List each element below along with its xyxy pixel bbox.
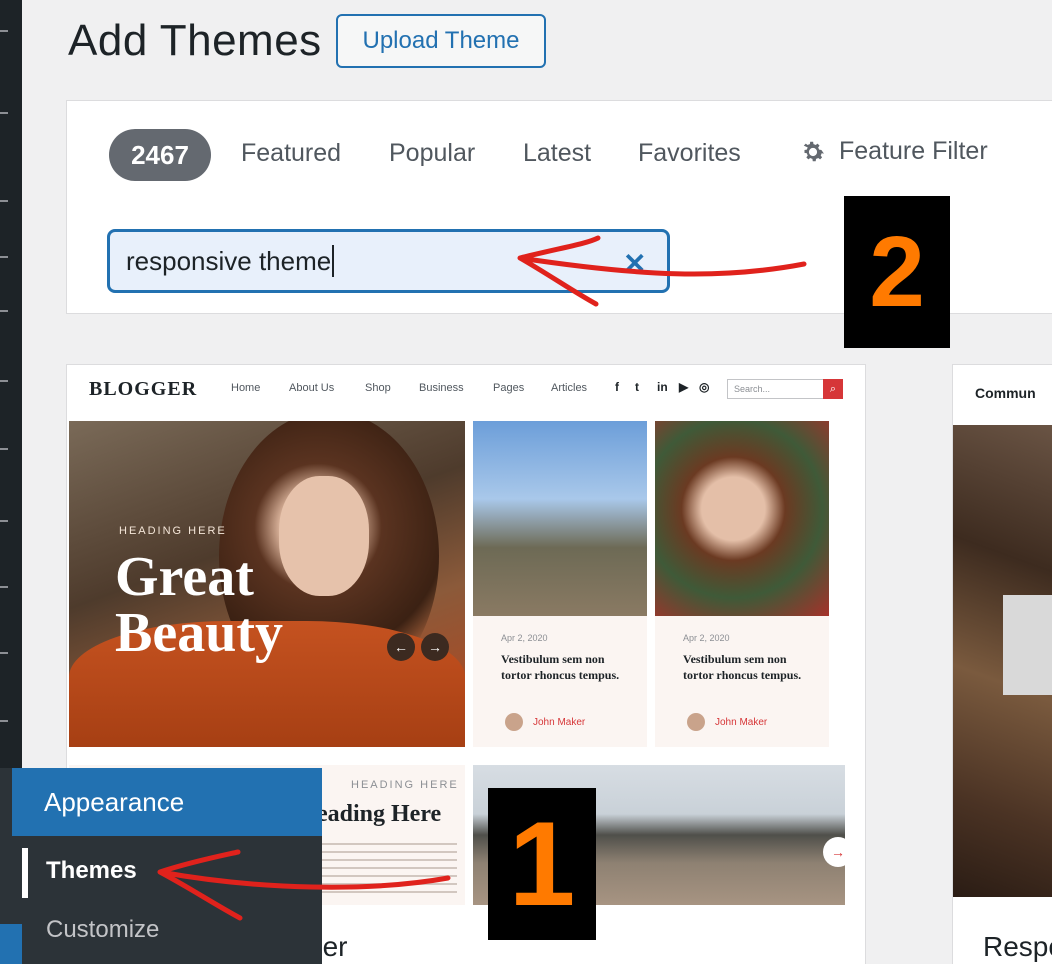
submenu-item-themes[interactable]: Themes [22, 842, 322, 900]
menu-icon-stub[interactable] [0, 30, 8, 32]
author-avatar [505, 713, 523, 731]
menu-icon-stub[interactable] [0, 310, 8, 312]
post-author: John Maker [533, 717, 586, 728]
laptop-shape [1003, 595, 1052, 695]
menu-icon-stub[interactable] [0, 256, 8, 258]
preview-search-placeholder: Search... [734, 384, 771, 394]
hero-title: Great Beauty [115, 549, 283, 661]
menu-icon-stub[interactable] [0, 586, 8, 588]
hero-face [279, 476, 369, 596]
preview-nav-item: Home [231, 382, 261, 394]
menu-collapse-stub[interactable] [0, 924, 22, 964]
search-value: responsive theme [126, 245, 332, 276]
preview-nav-bar: BLOGGER Home About Us Shop Business Page… [67, 365, 865, 415]
lower-kicker: HEADING HERE [351, 779, 459, 791]
hero-title-line2: Beauty [115, 602, 283, 664]
step-1-badge: 1 [488, 788, 596, 940]
step-2-badge: 2 [844, 196, 950, 348]
post-image-hikers [473, 421, 647, 616]
preview-post-card: Apr 2, 2020 Vestibulum sem non tortor rh… [655, 421, 829, 747]
clear-search-icon[interactable]: ✕ [623, 247, 646, 280]
theme-card-partial[interactable]: Commun Respo [952, 364, 1052, 964]
hero-kicker: HEADING HERE [119, 525, 227, 537]
preview-nav-item: Pages [493, 382, 525, 394]
menu-icon-stub[interactable] [0, 200, 8, 202]
search-icon: ⌕ [823, 379, 843, 399]
preview-nav-item: Shop [365, 382, 391, 394]
post-date: Apr 2, 2020 [501, 633, 548, 643]
instagram-icon: ◎ [699, 380, 710, 394]
menu-icon-stub[interactable] [0, 380, 8, 382]
post-title: Vestibulum sem non tortor rhoncus tempus… [683, 652, 802, 682]
submenu-item-customize[interactable]: Customize [22, 902, 322, 958]
next-arrow-icon: → [823, 837, 853, 867]
tab-featured[interactable]: Featured [241, 139, 341, 168]
theme-count-badge: 2467 [109, 129, 211, 181]
gear-icon [803, 141, 824, 161]
menu-icon-stub[interactable] [0, 112, 8, 114]
upload-theme-button[interactable]: Upload Theme [336, 14, 546, 68]
page-title: Add Themes [68, 16, 322, 65]
tab-favorites[interactable]: Favorites [638, 139, 741, 168]
author-avatar [687, 713, 705, 731]
twitter-icon: t [635, 380, 639, 394]
facebook-icon: f [615, 380, 619, 394]
feature-filter-label: Feature Filter [839, 137, 988, 165]
youtube-icon: ▶ [679, 380, 689, 394]
preview-post-card: Apr 2, 2020 Vestibulum sem non tortor rh… [473, 421, 647, 747]
next-arrow-icon: → [421, 633, 449, 661]
theme-search-input[interactable]: responsive theme [107, 229, 670, 293]
menu-icon-stub[interactable] [0, 520, 8, 522]
tab-latest[interactable]: Latest [523, 139, 591, 168]
menu-icon-stub[interactable] [0, 652, 8, 654]
preview-logo: BLOGGER [89, 378, 198, 400]
post-author: John Maker [715, 717, 768, 728]
lower-body-text [317, 843, 457, 893]
prev-arrow-icon: ← [387, 633, 415, 661]
hero-title-line1: Great [115, 546, 254, 608]
preview-nav-item: Articles [551, 382, 588, 394]
preview-nav-item: About Us [289, 382, 335, 394]
preview-header-text: Commun [975, 385, 1036, 401]
text-caret [332, 245, 335, 277]
preview-nav-item: Business [419, 382, 464, 394]
theme-name: Respo [983, 931, 1052, 962]
linkedin-icon: in [657, 380, 668, 394]
feature-filter-button[interactable]: Feature Filter [799, 137, 988, 166]
tab-popular[interactable]: Popular [389, 139, 475, 168]
menu-appearance[interactable]: Appearance [12, 768, 322, 836]
post-title: Vestibulum sem non tortor rhoncus tempus… [501, 652, 620, 682]
lower-heading: eading Here [317, 801, 442, 827]
post-date: Apr 2, 2020 [683, 633, 730, 643]
menu-icon-stub[interactable] [0, 720, 8, 722]
post-image-portrait [655, 421, 829, 616]
menu-icon-stub[interactable] [0, 448, 8, 450]
